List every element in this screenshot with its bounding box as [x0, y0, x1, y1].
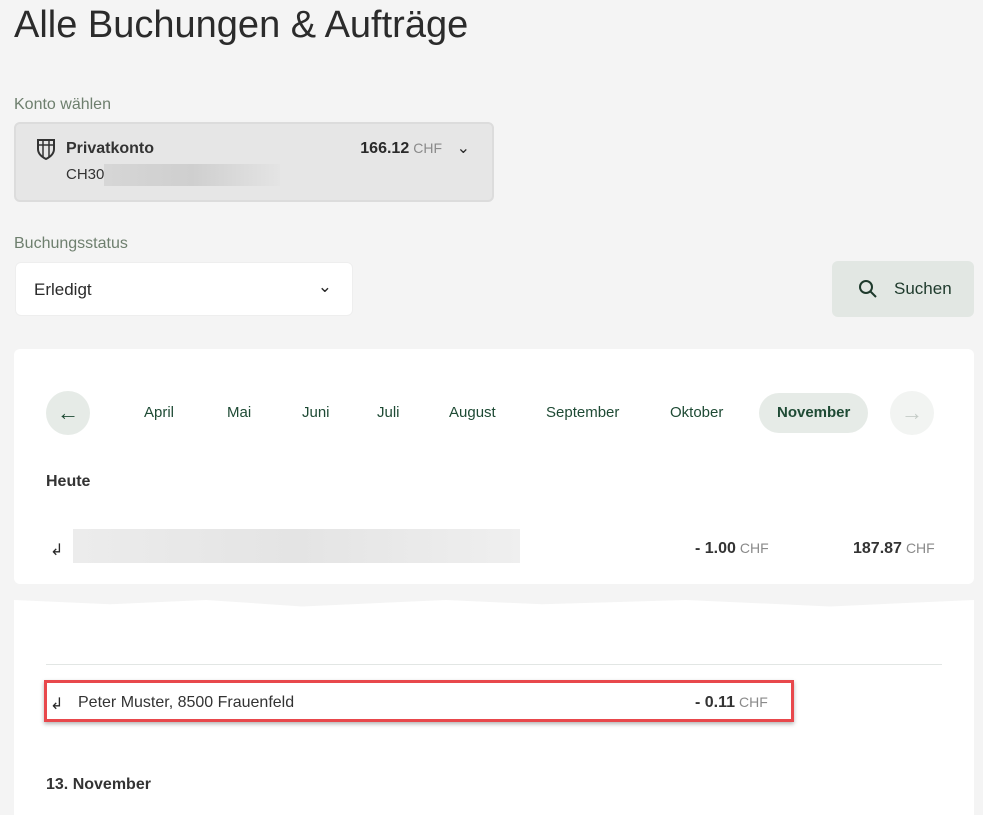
- transaction-name: Peter Muster, 8500 Frauenfeld: [78, 694, 295, 711]
- account-label: Konto wählen: [14, 96, 111, 113]
- section-heading: Heute: [46, 473, 91, 490]
- month-oktober[interactable]: Oktober: [652, 393, 741, 433]
- booking-icon: ↲: [50, 542, 64, 559]
- status-select[interactable]: Erledigt ⌄: [15, 262, 353, 316]
- month-september[interactable]: September: [528, 393, 637, 433]
- status-value: Erledigt: [34, 280, 92, 299]
- month-november[interactable]: November: [759, 393, 869, 433]
- transaction-amount: - 0.11 CHF: [695, 694, 768, 711]
- transaction-amount: - 1.00 CHF: [695, 540, 769, 557]
- page-title: Alle Buchungen & Aufträge: [14, 4, 469, 46]
- month-august[interactable]: August: [431, 393, 514, 433]
- redacted-description: [73, 529, 520, 563]
- chevron-down-icon: ⌄: [317, 277, 332, 296]
- month-april[interactable]: April: [126, 393, 192, 433]
- account-selector[interactable]: Privatkonto CH30 166.12 CHF ⌄: [14, 122, 494, 202]
- account-balance: 166.12 CHF: [360, 140, 442, 157]
- shield-icon: [37, 139, 55, 160]
- redacted-iban: [104, 164, 280, 186]
- month-juni[interactable]: Juni: [284, 393, 348, 433]
- status-label: Buchungsstatus: [14, 235, 128, 252]
- month-juli[interactable]: Juli: [359, 393, 418, 433]
- chevron-down-icon: ⌄: [456, 140, 470, 157]
- arrow-left-icon[interactable]: ←: [46, 391, 90, 435]
- search-button[interactable]: Suchen: [832, 261, 974, 317]
- arrow-right-icon[interactable]: →: [890, 391, 934, 435]
- month-mai[interactable]: Mai: [209, 393, 269, 433]
- booking-icon: ↲: [50, 696, 64, 713]
- divider: [46, 664, 942, 665]
- transaction-balance: 187.87 CHF: [853, 540, 935, 557]
- search-icon: [859, 280, 877, 298]
- section-heading: 13. November: [46, 776, 151, 793]
- account-iban: CH30: [66, 166, 105, 183]
- account-name: Privatkonto: [66, 140, 155, 157]
